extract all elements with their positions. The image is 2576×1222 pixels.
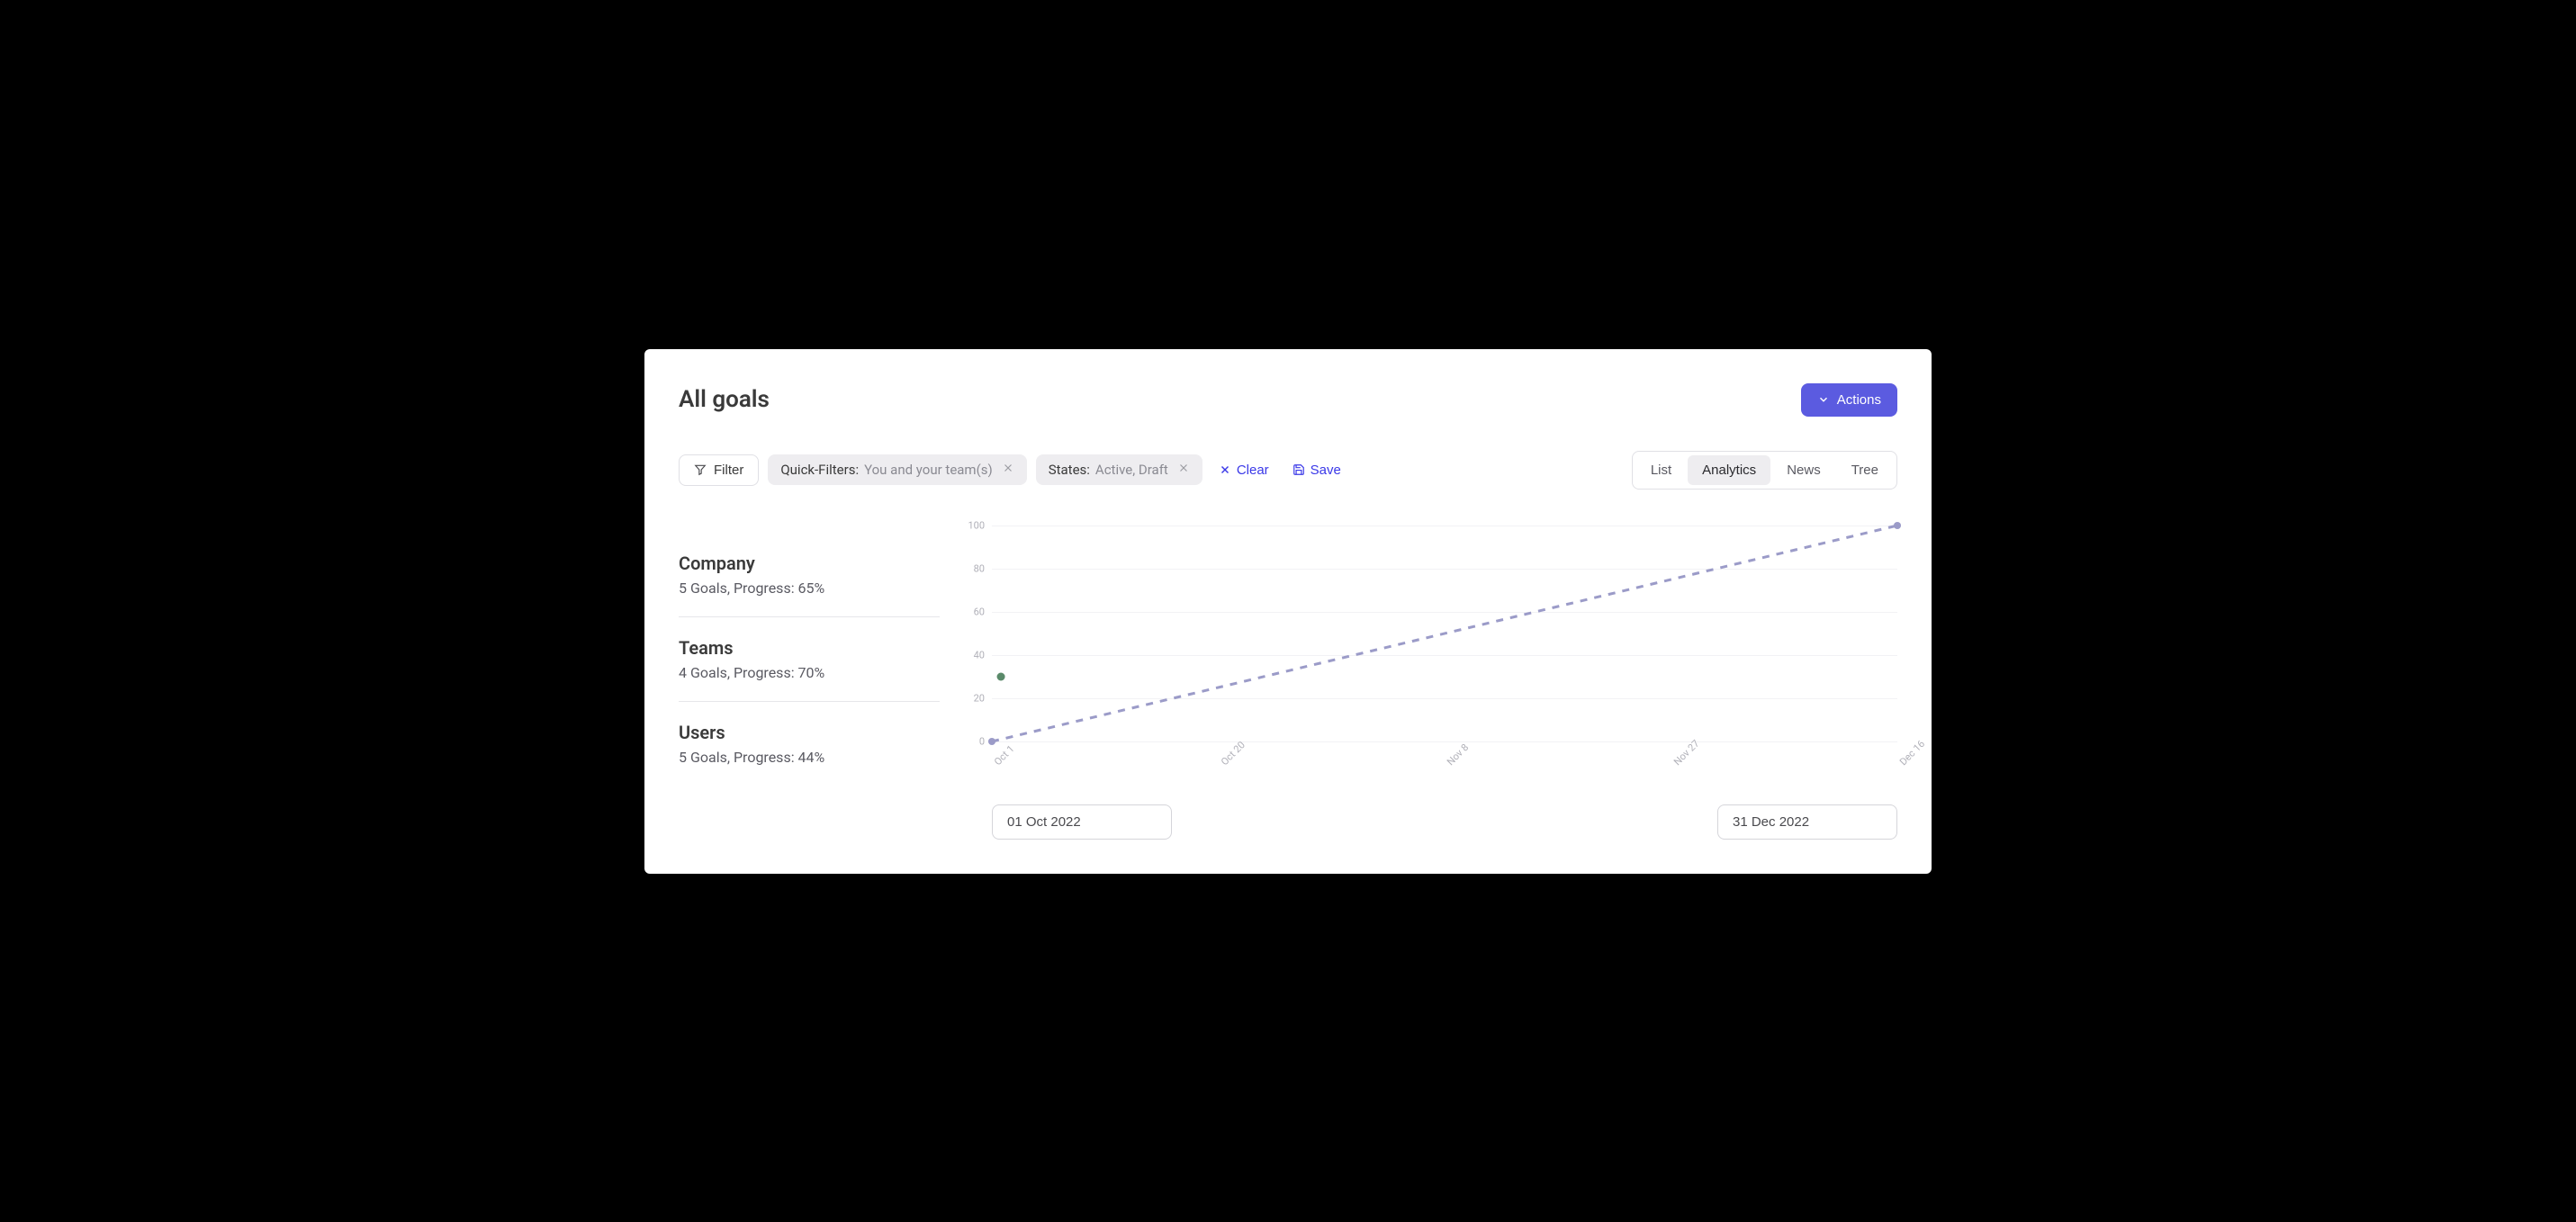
chip-label: Quick-Filters: — [780, 462, 859, 478]
chip-value: You and your team(s) — [864, 462, 993, 478]
view-tabs: List Analytics News Tree — [1632, 451, 1897, 490]
tab-analytics[interactable]: Analytics — [1688, 455, 1770, 485]
y-tick: 60 — [974, 606, 985, 617]
line-endpoint — [988, 738, 995, 745]
header-row: All goals Actions — [679, 383, 1897, 417]
actions-button[interactable]: Actions — [1801, 383, 1897, 417]
clear-button[interactable]: Clear — [1211, 459, 1276, 481]
toolbar-row: Filter Quick-Filters: You and your team(… — [679, 451, 1897, 490]
save-icon — [1293, 463, 1305, 476]
stats-section-company[interactable]: Company 5 Goals, Progress: 65% — [679, 553, 940, 617]
filter-button[interactable]: Filter — [679, 454, 759, 486]
chevron-down-icon — [1817, 393, 1830, 406]
toolbar-left: Filter Quick-Filters: You and your team(… — [679, 454, 1348, 486]
section-subtitle: 5 Goals, Progress: 44% — [679, 749, 940, 766]
page-title: All goals — [679, 386, 770, 413]
filter-label: Filter — [714, 463, 743, 478]
grid-line — [992, 741, 1897, 742]
chart-area: 020406080100 Oct 1Oct 20Nov 8Nov 27Dec 1… — [967, 526, 1897, 840]
y-tick: 80 — [974, 562, 985, 574]
target-line — [992, 526, 1897, 741]
section-subtitle: 5 Goals, Progress: 65% — [679, 580, 940, 597]
stats-section-users[interactable]: Users 5 Goals, Progress: 44% — [679, 722, 940, 786]
y-tick: 0 — [979, 735, 985, 747]
y-axis: 020406080100 — [967, 526, 992, 741]
y-tick: 20 — [974, 692, 985, 704]
save-label: Save — [1311, 463, 1341, 478]
actions-label: Actions — [1837, 392, 1881, 408]
x-axis: Oct 1Oct 20Nov 8Nov 27Dec 16 — [992, 759, 1897, 795]
chip-label: States: — [1049, 462, 1090, 478]
section-title: Users — [679, 722, 940, 743]
chip-value: Active, Draft — [1095, 462, 1168, 478]
close-icon[interactable] — [1002, 462, 1014, 478]
chip-quick-filters[interactable]: Quick-Filters: You and your team(s) — [768, 454, 1026, 485]
filter-icon — [694, 463, 707, 476]
tab-news[interactable]: News — [1772, 455, 1835, 485]
stats-section-teams[interactable]: Teams 4 Goals, Progress: 70% — [679, 637, 940, 702]
section-title: Company — [679, 553, 940, 574]
x-tick: Dec 16 — [1897, 738, 1927, 768]
close-icon[interactable] — [1177, 462, 1190, 478]
chart-wrapper: 020406080100 — [992, 526, 1897, 759]
section-title: Teams — [679, 637, 940, 659]
end-date-input[interactable] — [1717, 804, 1897, 840]
y-tick: 40 — [974, 649, 985, 660]
start-date-input[interactable] — [992, 804, 1172, 840]
date-inputs-row — [992, 804, 1897, 840]
data-point — [997, 672, 1005, 680]
clear-label: Clear — [1237, 463, 1269, 478]
plot — [992, 526, 1897, 741]
tab-tree[interactable]: Tree — [1837, 455, 1893, 485]
tab-list[interactable]: List — [1636, 455, 1686, 485]
section-subtitle: 4 Goals, Progress: 70% — [679, 664, 940, 681]
line-endpoint — [1894, 522, 1901, 529]
goals-panel: All goals Actions Filter Quick-Filters: … — [644, 349, 1932, 874]
save-button[interactable]: Save — [1285, 459, 1348, 481]
chip-states[interactable]: States: Active, Draft — [1036, 454, 1202, 485]
close-icon — [1219, 463, 1231, 476]
stats-sidebar: Company 5 Goals, Progress: 65% Teams 4 G… — [679, 526, 940, 840]
main-content: Company 5 Goals, Progress: 65% Teams 4 G… — [679, 526, 1897, 840]
y-tick: 100 — [968, 519, 985, 531]
